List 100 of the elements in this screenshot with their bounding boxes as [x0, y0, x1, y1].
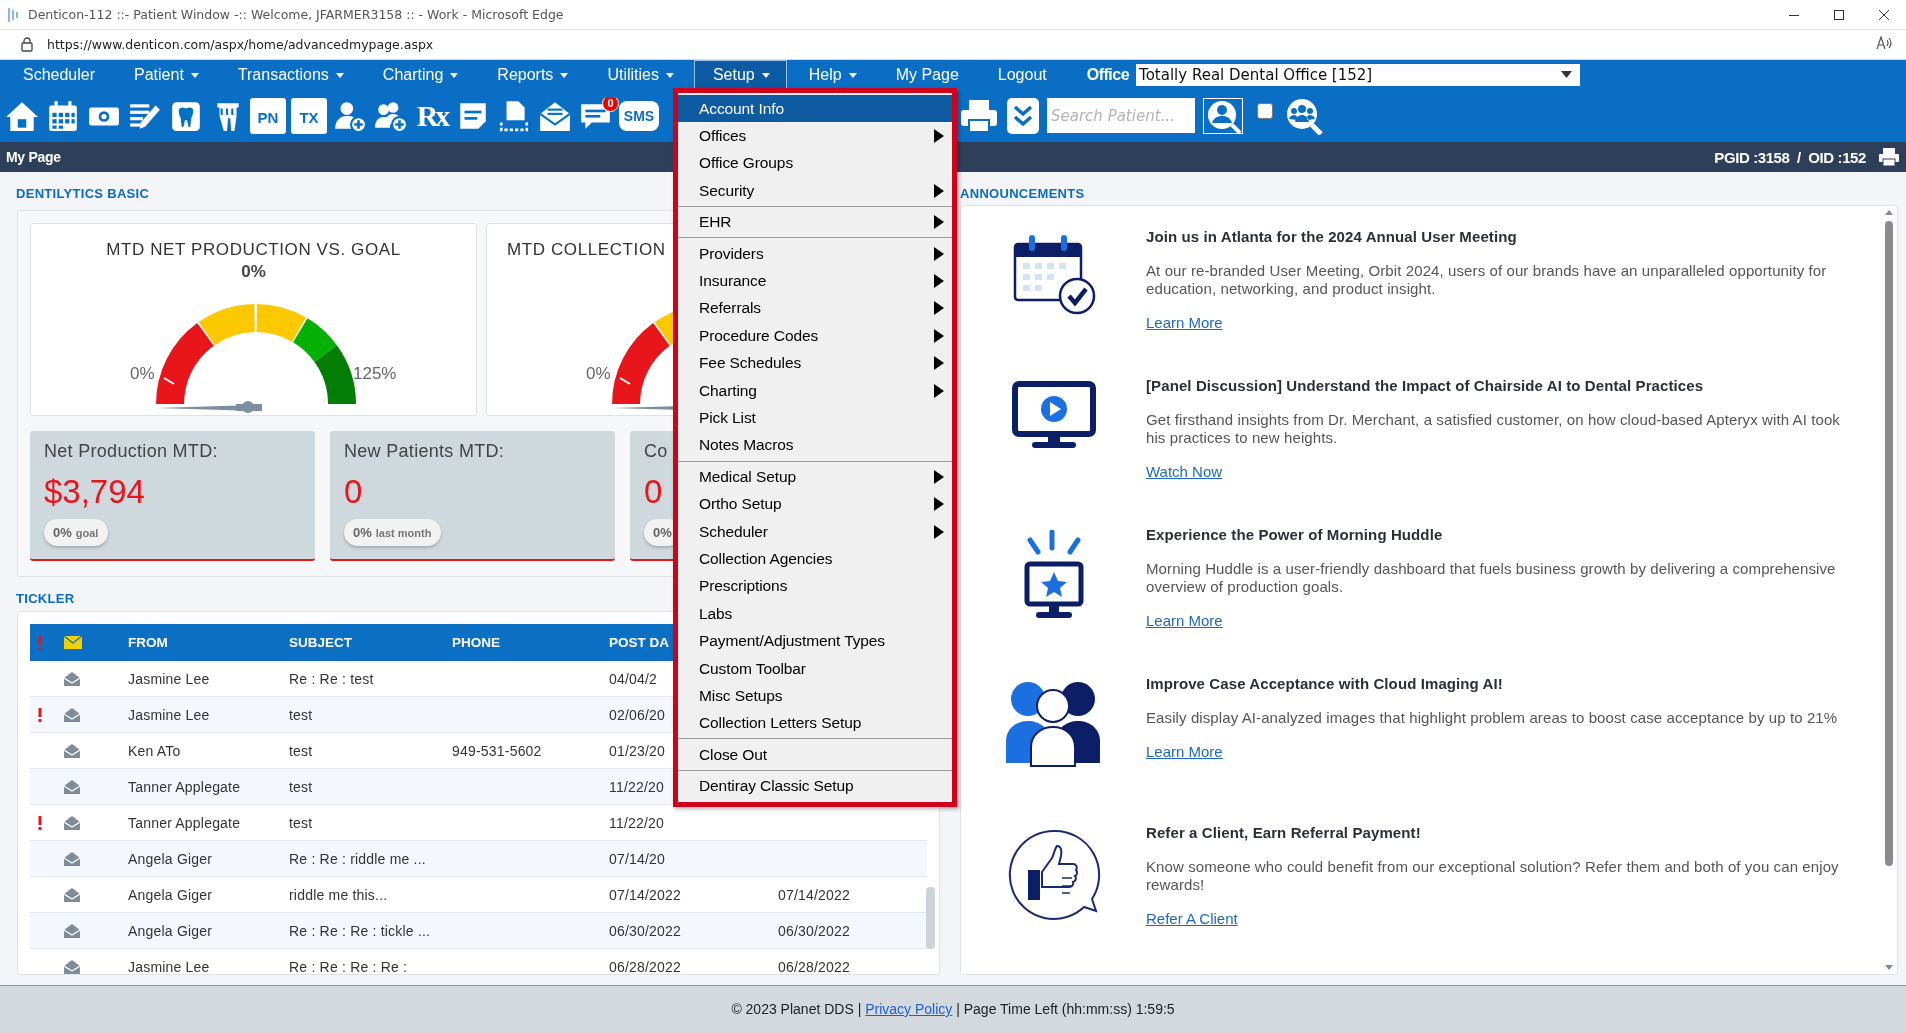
menu-item[interactable]: Close Out: [678, 741, 952, 769]
menu-item[interactable]: Procedure Codes: [678, 322, 952, 350]
table-cell: 06/28/2022: [778, 958, 851, 974]
toolbar-button[interactable]: TX: [291, 97, 327, 134]
column-header[interactable]: SUBJECT: [289, 635, 352, 650]
menu-item[interactable]: Office Groups: [678, 149, 952, 178]
announcement-title: Refer a Client, Earn Referral Payment!: [1146, 824, 1421, 841]
menu-item[interactable]: Dentiray Classic Setup: [678, 772, 952, 800]
read-aloud-icon[interactable]: [1876, 35, 1892, 50]
table-cell: 11/22/20: [609, 778, 665, 795]
column-header[interactable]: FROM: [128, 635, 168, 650]
announcement-link[interactable]: Refer A Client: [1146, 910, 1238, 927]
menu-item[interactable]: Account Info: [678, 95, 952, 123]
open-envelope-icon: [64, 671, 80, 686]
nav-menu-item[interactable]: Help: [789, 60, 874, 89]
table-cell: test: [289, 742, 313, 759]
menu-item[interactable]: Custom Toolbar: [678, 654, 952, 683]
nav-menu-item[interactable]: Transactions: [218, 60, 361, 89]
scroll-down-icon[interactable]: [1885, 965, 1893, 970]
open-envelope-icon: [64, 815, 80, 830]
announcement-link[interactable]: Watch Now: [1146, 463, 1223, 480]
open-envelope-icon: [64, 743, 80, 758]
announcement-text: Morning Huddle is a user-friendly dashboard that fuels business growth by delivering a comprehensive overview of production goals.: [1146, 560, 1837, 596]
menu-item[interactable]: Charting: [678, 376, 952, 405]
menu-item[interactable]: Referrals: [678, 294, 952, 323]
caret-icon: [665, 72, 674, 78]
checkbox[interactable]: [1257, 102, 1273, 119]
menu-item[interactable]: Ortho Setup: [678, 490, 952, 518]
comparison-badge: 0%: [644, 519, 674, 546]
announcement-title: Join us in Atlanta for the 2024 Annual User Meeting: [1146, 228, 1517, 245]
menu-item[interactable]: Collection Letters Setup: [678, 709, 952, 737]
close-icon[interactable]: [1878, 8, 1890, 21]
menu-item[interactable]: Misc Setups: [678, 682, 952, 710]
table-cell: Jasmine Lee: [128, 958, 210, 974]
announcement-title: Experience the Power of Morning Huddle: [1146, 526, 1443, 543]
nav-menu-item[interactable]: Reports: [478, 60, 586, 89]
toolbar-button[interactable]: Rx: [414, 97, 450, 134]
table-cell: Re : Re : Re : tickle ...: [289, 922, 431, 939]
menu-item[interactable]: Offices: [678, 122, 952, 150]
expand-down-icon[interactable]: [1007, 97, 1039, 134]
comparison-badge: 0% last month: [344, 519, 442, 546]
printer-icon[interactable]: [959, 97, 999, 134]
nav-menu-item[interactable]: Patient: [115, 60, 216, 89]
menu-item[interactable]: Notes Macros: [678, 431, 952, 460]
menu-item[interactable]: Providers: [678, 239, 952, 268]
calendar-icon[interactable]: [46, 98, 80, 133]
menu-item[interactable]: Scheduler: [678, 517, 952, 546]
envelope-icon: [64, 636, 82, 649]
announcement-link[interactable]: Learn More: [1146, 314, 1223, 331]
nav-menu-item[interactable]: Setup: [693, 60, 787, 89]
document-icon[interactable]: [497, 98, 531, 133]
menu-item[interactable]: Security: [678, 177, 952, 205]
table-cell: Angela Giger: [128, 886, 213, 903]
menu-item[interactable]: Labs: [678, 600, 952, 628]
announcement-text: Easily display AI-analyzed images that highlight problem areas to boost case acceptance by up to 21%: [1146, 709, 1839, 727]
table-cell: 07/14/20: [609, 850, 666, 867]
caret-icon: [335, 72, 344, 78]
column-header[interactable]: POST DA: [609, 635, 669, 650]
table-cell: test: [289, 706, 313, 723]
toolbar-button[interactable]: SMS: [619, 100, 659, 131]
menu-item[interactable]: Medical Setup: [678, 463, 952, 491]
nav-menu-item[interactable]: My Page: [876, 60, 976, 89]
printer-icon[interactable]: [1878, 147, 1900, 167]
privacy-policy-link[interactable]: Privacy Policy: [865, 1001, 953, 1017]
caret-icon: [560, 72, 569, 78]
table-cell: Jasmine Lee: [128, 670, 210, 687]
table-cell: 11/22/20: [609, 814, 665, 831]
column-header[interactable]: PHONE: [452, 635, 500, 650]
toolbar-button[interactable]: PN: [250, 97, 286, 134]
nav-menu-item[interactable]: Charting: [363, 60, 476, 89]
table-cell: 01/23/20: [609, 742, 666, 759]
nav-menu-item[interactable]: Logout: [978, 60, 1064, 89]
menu-item[interactable]: Collection Agencies: [678, 545, 952, 573]
search-patient-field[interactable]: Search Patient...: [1047, 98, 1195, 133]
kpi-title: Net Production MTD:: [44, 441, 218, 461]
open-envelope-icon: [64, 779, 80, 794]
submenu-arrow-icon: [934, 274, 944, 289]
table-cell: Re : Re : riddle me ...: [289, 850, 426, 867]
table-cell: Ken ATo: [128, 742, 181, 759]
menu-item[interactable]: Pick List: [678, 404, 952, 432]
announcement-link[interactable]: Learn More: [1146, 612, 1223, 629]
menu-item[interactable]: Fee Schedules: [678, 349, 952, 377]
nav-menu-item[interactable]: Scheduler: [4, 60, 113, 89]
menu-item[interactable]: Payment/Adjustment Types: [678, 627, 952, 655]
group-search-icon[interactable]: [1285, 96, 1325, 135]
office-select[interactable]: Totally Real Dental Office [152]: [1136, 63, 1581, 86]
scrollbar[interactable]: [926, 887, 935, 949]
menu-item[interactable]: Insurance: [678, 267, 952, 295]
announcement-link[interactable]: Learn More: [1146, 743, 1223, 760]
scrollbar-thumb[interactable]: [1885, 221, 1893, 866]
scroll-up-icon[interactable]: [1885, 210, 1893, 215]
menu-item[interactable]: Prescriptions: [678, 572, 952, 601]
open-envelope-icon: [64, 887, 80, 902]
table-cell: Re : Re : Re : Re :: [289, 958, 408, 974]
announcement-text: Know someone who could benefit from our exceptional solution? Refer them and both of you can enjoy rewards!: [1146, 858, 1840, 894]
patient-search-icon[interactable]: [1203, 97, 1243, 134]
nav-menu-item[interactable]: Utilities: [588, 60, 691, 89]
comparison-badge: 0% goal: [44, 519, 109, 546]
menu-item[interactable]: EHR: [678, 208, 952, 236]
maximize-icon[interactable]: [1833, 8, 1845, 21]
